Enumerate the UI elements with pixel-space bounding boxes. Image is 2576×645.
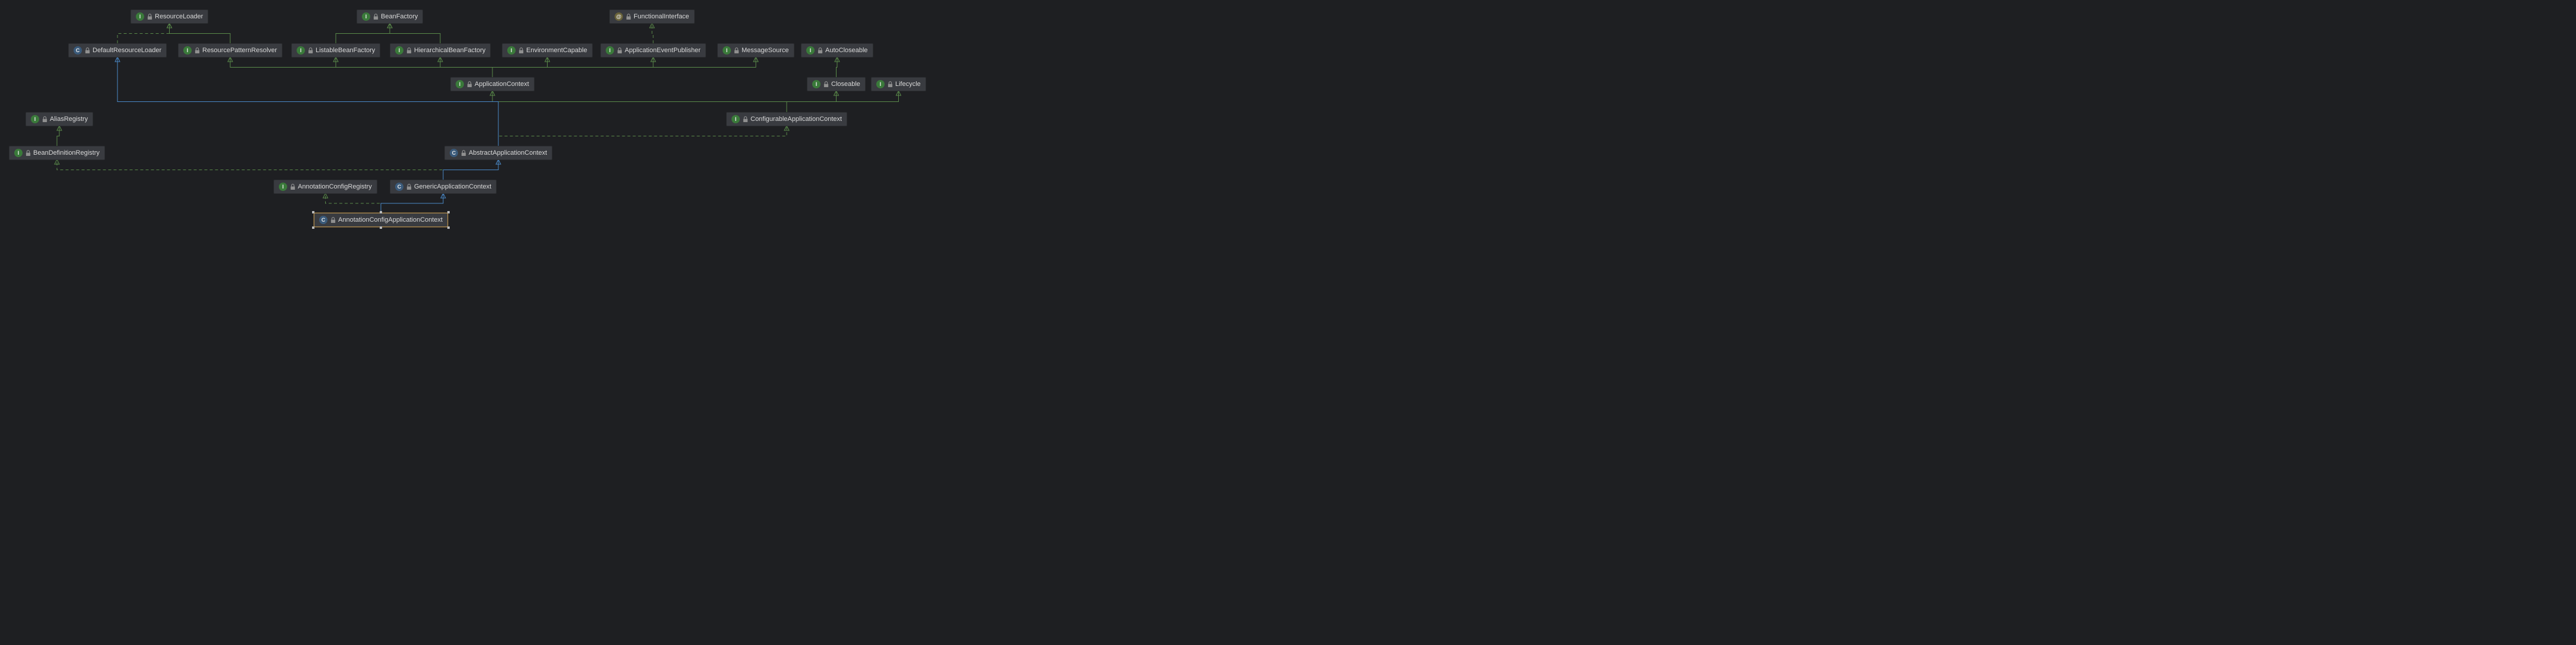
interface-icon: I [279,183,287,191]
class-node-label: BeanDefinitionRegistry [33,149,100,157]
class-node-label: DefaultResourceLoader [93,47,161,54]
interface-icon: I [14,149,23,157]
selection-handle[interactable] [312,211,314,213]
class-node-EnvironmentCapable[interactable]: I EnvironmentCapable [502,43,593,58]
lock-icon [290,184,295,190]
lock-icon [817,47,823,53]
class-node-label: AbstractApplicationContext [469,149,547,157]
class-node-AbstractApplicationContext[interactable]: C AbstractApplicationContext [444,146,552,160]
interface-icon: I [31,115,39,123]
lock-icon [25,150,31,156]
class-node-FunctionalInterface[interactable]: @ FunctionalInterface [609,9,695,24]
interface-icon: I [806,46,815,55]
class-node-label: ResourceLoader [155,13,203,20]
lock-icon [616,47,622,53]
class-icon: C [319,216,327,224]
class-node-ApplicationEventPublisher[interactable]: I ApplicationEventPublisher [600,43,706,58]
selection-handle[interactable] [447,211,450,213]
lock-icon [625,14,631,20]
class-node-ConfigurableApplicationContext[interactable]: I ConfigurableApplicationContext [726,112,847,126]
class-node-label: Lifecycle [895,81,921,88]
lock-icon [307,47,313,53]
class-icon: C [74,46,82,55]
interface-icon: I [297,46,305,55]
interface-icon: I [136,12,144,21]
selection-handle[interactable] [312,226,314,229]
class-node-label: ConfigurableApplicationContext [750,116,842,123]
lock-icon [823,81,829,87]
class-node-AnnotationConfigRegistry[interactable]: I AnnotationConfigRegistry [273,180,377,194]
class-icon: C [450,149,458,157]
class-node-label: FunctionalInterface [634,13,689,20]
class-node-label: AnnotationConfigApplicationContext [338,216,443,223]
class-node-label: BeanFactory [381,13,418,20]
class-node-MessageSource[interactable]: I MessageSource [717,43,794,58]
class-node-ResourcePatternResolver[interactable]: I ResourcePatternResolver [178,43,282,58]
class-node-label: AutoCloseable [825,47,868,54]
class-node-Closeable[interactable]: I Closeable [807,77,866,91]
class-node-BeanFactory[interactable]: I BeanFactory [357,9,423,24]
class-node-ApplicationContext[interactable]: I ApplicationContext [450,77,535,91]
class-node-label: ListableBeanFactory [316,47,375,54]
selection-handle[interactable] [380,211,382,213]
class-node-label: ResourcePatternResolver [202,47,277,54]
class-node-AliasRegistry[interactable]: I AliasRegistry [26,112,93,126]
lock-icon [887,81,893,87]
class-node-label: EnvironmentCapable [526,47,587,54]
interface-icon: I [812,80,820,88]
lock-icon [42,116,47,122]
selection-handle[interactable] [380,226,382,229]
class-node-GenericApplicationContext[interactable]: C GenericApplicationContext [390,180,497,194]
class-node-ListableBeanFactory[interactable]: I ListableBeanFactory [291,43,380,58]
interface-icon: I [606,46,614,55]
interface-icon: I [876,80,885,88]
interface-icon: I [723,46,731,55]
class-icon: C [395,183,403,191]
class-node-ResourceLoader[interactable]: I ResourceLoader [131,9,208,24]
lock-icon [194,47,200,53]
class-node-AnnotationConfigApplicationContext[interactable]: C AnnotationConfigApplicationContext [314,213,448,227]
class-node-label: HierarchicalBeanFactory [414,47,485,54]
annotation-icon: @ [615,12,623,21]
interface-icon: I [456,80,464,88]
class-node-label: MessageSource [742,47,789,54]
class-node-DefaultResourceLoader[interactable]: C DefaultResourceLoader [68,43,167,58]
interface-icon: I [507,46,516,55]
lock-icon [460,150,466,156]
interface-icon: I [732,115,740,123]
class-node-label: ApplicationEventPublisher [625,47,701,54]
lock-icon [733,47,739,53]
class-node-BeanDefinitionRegistry[interactable]: I BeanDefinitionRegistry [9,146,105,160]
class-node-label: GenericApplicationContext [414,183,491,190]
lock-icon [742,116,748,122]
selection-handle[interactable] [447,226,450,229]
lock-icon [406,184,412,190]
class-node-label: AliasRegistry [50,116,88,123]
lock-icon [147,14,152,20]
class-node-HierarchicalBeanFactory[interactable]: I HierarchicalBeanFactory [390,43,491,58]
lock-icon [330,217,336,223]
lock-icon [373,14,379,20]
lock-icon [466,81,472,87]
class-node-label: Closeable [831,81,860,88]
interface-icon: I [362,12,370,21]
class-node-AutoCloseable[interactable]: I AutoCloseable [801,43,873,58]
interface-icon: I [183,46,192,55]
interface-icon: I [395,46,403,55]
lock-icon [84,47,90,53]
class-hierarchy-diagram[interactable]: I ResourceLoader I BeanFactory @ FunctionalIn… [0,0,930,233]
class-node-label: ApplicationContext [475,81,529,88]
class-node-label: AnnotationConfigRegistry [298,183,372,190]
class-node-Lifecycle[interactable]: I Lifecycle [871,77,926,91]
lock-icon [518,47,524,53]
lock-icon [406,47,412,53]
